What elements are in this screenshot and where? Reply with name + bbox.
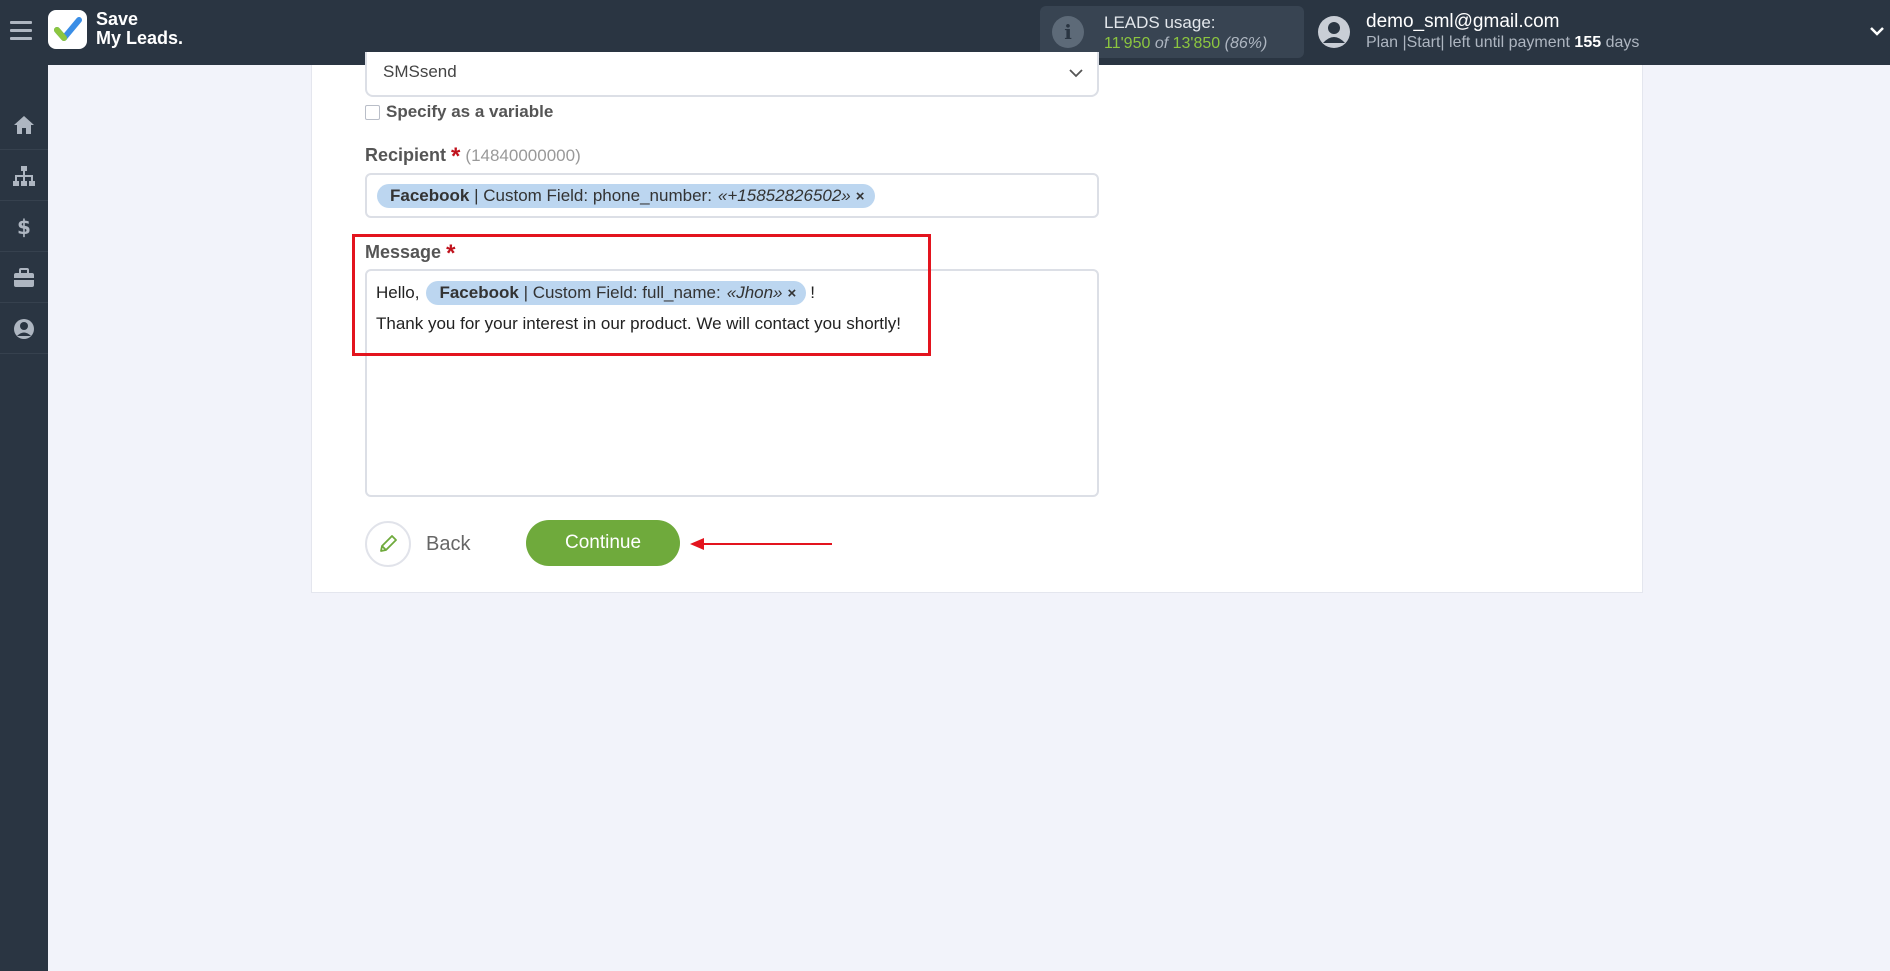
sidebar-item-tools[interactable] — [0, 253, 48, 303]
dollar-icon: $ — [17, 215, 31, 239]
sitemap-icon — [13, 165, 35, 186]
required-mark: * — [451, 143, 461, 170]
user-circle-icon — [14, 318, 34, 339]
menu-icon[interactable] — [10, 21, 32, 43]
plan-days-suffix: days — [1605, 34, 1640, 51]
plan-days: 155 — [1574, 34, 1602, 51]
usage-counter: 11'950 of 13'850 (86%) — [1104, 35, 1267, 53]
svg-text:$: $ — [17, 215, 31, 239]
user-avatar-icon[interactable] — [1317, 15, 1351, 49]
usage-percent: (86%) — [1224, 35, 1268, 52]
leads-usage-panel[interactable]: i LEADS usage: 11'950 of 13'850 (86%) — [1040, 6, 1304, 58]
chevron-down-icon — [1069, 69, 1083, 78]
user-plan: Plan |Start| left until payment 155 days — [1366, 34, 1639, 52]
recipient-label: Recipient * (14840000000) — [365, 143, 581, 171]
user-email[interactable]: demo_sml@gmail.com — [1366, 11, 1560, 33]
message-highlight-annotation — [352, 234, 931, 356]
chevron-down-icon[interactable] — [1868, 22, 1886, 40]
pencil-icon — [365, 521, 411, 567]
usage-title: LEADS usage: — [1104, 13, 1216, 32]
usage-of: of — [1154, 35, 1169, 52]
recipient-input[interactable]: Facebook | Custom Field: phone_number: «… — [365, 173, 1099, 218]
usage-total: 13'850 — [1172, 35, 1221, 52]
logo-icon[interactable] — [48, 10, 87, 49]
briefcase-icon — [14, 267, 34, 287]
recipient-hint: (14840000000) — [465, 146, 581, 165]
specify-variable-checkbox[interactable] — [365, 104, 380, 120]
plan-text: Plan |Start| left until payment — [1366, 34, 1570, 51]
home-icon — [14, 115, 34, 134]
info-icon: i — [1052, 16, 1084, 48]
method-select[interactable]: SMSsend — [365, 52, 1099, 97]
usage-used: 11'950 — [1104, 35, 1151, 52]
sidebar-item-account[interactable] — [0, 304, 48, 354]
sidebar: $ — [0, 65, 48, 971]
logo-text[interactable]: Save My Leads. — [96, 10, 183, 48]
sidebar-item-home[interactable] — [0, 100, 48, 150]
back-label: Back — [426, 532, 471, 555]
continue-button[interactable]: Continue — [526, 520, 680, 566]
recipient-field-tag[interactable]: Facebook | Custom Field: phone_number: «… — [377, 184, 875, 208]
method-select-value: SMSsend — [383, 62, 457, 81]
logo-line-1: Save — [96, 9, 139, 29]
tag-field: | Custom Field: phone_number: — [474, 186, 712, 205]
specify-variable-label: Specify as a variable — [386, 102, 554, 121]
sidebar-item-connections[interactable] — [0, 151, 48, 201]
sidebar-item-billing[interactable]: $ — [0, 202, 48, 252]
logo-line-2: My Leads. — [96, 28, 184, 48]
arrow-left-annotation — [690, 538, 832, 550]
recipient-label-text: Recipient — [365, 145, 447, 165]
specify-variable-row[interactable]: Specify as a variable — [365, 102, 553, 122]
back-button[interactable]: Back — [365, 521, 470, 567]
tag-source: Facebook — [390, 186, 470, 205]
tag-value: «+15852826502» — [717, 186, 851, 205]
remove-tag-icon[interactable]: × — [856, 188, 865, 205]
